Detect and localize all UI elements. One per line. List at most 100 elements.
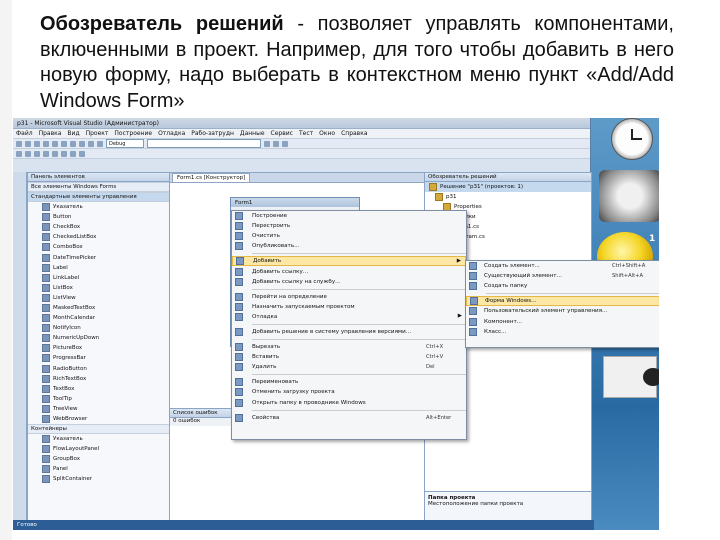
toolbox-item[interactable]: Указатель bbox=[28, 202, 169, 212]
paste-icon[interactable] bbox=[70, 140, 76, 147]
slide-left-strip bbox=[0, 0, 12, 540]
submenu-item[interactable]: Существующий элемент... Shift+Alt+A bbox=[466, 271, 659, 281]
toolbox-item[interactable]: DateTimePicker bbox=[28, 252, 169, 262]
solution-explorer-icon[interactable] bbox=[273, 140, 279, 147]
menu-item[interactable]: Отладка bbox=[158, 130, 185, 137]
toolbox-item[interactable]: MonthCalendar bbox=[28, 313, 169, 323]
menu-item[interactable]: Построение bbox=[114, 130, 152, 137]
save-all-icon[interactable] bbox=[43, 140, 49, 147]
cut-icon[interactable] bbox=[52, 140, 58, 147]
control-icon bbox=[42, 243, 50, 252]
context-menu-item[interactable]: Назначить запускаемым проектом bbox=[232, 302, 466, 312]
context-menu-label: Добавить решение в систему управления ве… bbox=[252, 328, 412, 335]
context-menu-item[interactable]: Переименовать bbox=[232, 377, 466, 387]
container-item[interactable]: SplitContainer bbox=[28, 474, 169, 484]
toolbox-group-containers[interactable]: Контейнеры bbox=[28, 424, 169, 435]
menu-item[interactable]: Данные bbox=[240, 130, 265, 137]
toolbox-item[interactable]: CheckedListBox bbox=[28, 232, 169, 242]
context-menu-item[interactable]: Открыть папку в проводнике Windows bbox=[232, 398, 466, 408]
toolbox-item[interactable]: ListBox bbox=[28, 283, 169, 293]
menu-item[interactable]: Вид bbox=[67, 130, 79, 137]
container-item[interactable]: Указатель bbox=[28, 434, 169, 444]
submenu-item[interactable]: Форма Windows... bbox=[466, 296, 659, 307]
toolbox-item-label: ToolTip bbox=[53, 395, 72, 402]
menu-item[interactable]: Справка bbox=[341, 130, 367, 137]
submenu-item[interactable]: Компонент... bbox=[466, 316, 659, 326]
toolbox-item[interactable]: ComboBox bbox=[28, 242, 169, 252]
align-top-icon[interactable] bbox=[43, 150, 49, 157]
context-menu-item[interactable]: Свойства Alt+Enter bbox=[232, 413, 466, 423]
toolbox-group-all[interactable]: Все элементы Windows Forms bbox=[28, 182, 169, 192]
align-center-icon[interactable] bbox=[25, 150, 31, 157]
context-menu-item[interactable]: Опубликовать... bbox=[232, 241, 466, 251]
context-menu-item[interactable]: Перестроить bbox=[232, 221, 466, 231]
container-item[interactable]: Panel bbox=[28, 464, 169, 474]
context-menu-item[interactable]: Отладка ▶ bbox=[232, 312, 466, 322]
context-menu-item[interactable]: Построение bbox=[232, 211, 466, 221]
menu-item[interactable]: Правка bbox=[39, 130, 62, 137]
context-menu-item[interactable]: Перейти на определение bbox=[232, 292, 466, 302]
context-menu-item[interactable]: Добавить ссылку на службу... bbox=[232, 277, 466, 287]
configuration-dropdown[interactable]: Debug bbox=[106, 139, 144, 148]
toolbox-item[interactable]: ToolTip bbox=[28, 394, 169, 404]
context-menu-item[interactable]: Отменить загрузку проекта bbox=[232, 387, 466, 397]
toolbox-item[interactable]: WebBrowser bbox=[28, 414, 169, 424]
menu-item[interactable]: Тест bbox=[299, 130, 313, 137]
toolbox-item[interactable]: RichTextBox bbox=[28, 374, 169, 384]
submenu-item[interactable]: Пользовательский элемент управления... bbox=[466, 306, 659, 316]
toolbox-item[interactable]: Button bbox=[28, 212, 169, 222]
toolbox-item[interactable]: ProgressBar bbox=[28, 353, 169, 363]
align-right-icon[interactable] bbox=[34, 150, 40, 157]
toolbox-item[interactable]: TextBox bbox=[28, 384, 169, 394]
submenu-item[interactable]: Класс... bbox=[466, 327, 659, 337]
context-menu-shortcut: Del bbox=[426, 364, 435, 371]
align-bottom-icon[interactable] bbox=[61, 150, 67, 157]
menu-item[interactable]: Окно bbox=[319, 130, 335, 137]
toolbox-item[interactable]: NumericUpDown bbox=[28, 333, 169, 343]
toolbox-item[interactable]: RadioButton bbox=[28, 364, 169, 374]
toolbox-item[interactable]: PictureBox bbox=[28, 343, 169, 353]
menu-item[interactable]: Файл bbox=[16, 130, 33, 137]
container-item[interactable]: FlowLayoutPanel bbox=[28, 444, 169, 454]
submenu-shortcut: Ctrl+Shift+A bbox=[612, 263, 646, 270]
toolbox-item[interactable]: Label bbox=[28, 263, 169, 273]
tab-form1-designer[interactable]: Form1.cs [Конструктор] bbox=[172, 173, 251, 182]
solution-node[interactable]: Решение "p31" (проектов: 1) bbox=[425, 182, 591, 192]
platform-dropdown[interactable] bbox=[147, 139, 261, 148]
redo-icon[interactable] bbox=[88, 140, 94, 147]
grid-icon[interactable] bbox=[79, 150, 85, 157]
context-menu-item[interactable]: Очистить bbox=[232, 231, 466, 241]
toolbox-side-tab[interactable] bbox=[13, 172, 27, 520]
context-menu-item[interactable]: Добавить ссылку... bbox=[232, 266, 466, 276]
align-left-icon[interactable] bbox=[16, 150, 22, 157]
undo-icon[interactable] bbox=[79, 140, 85, 147]
context-menu-item[interactable]: Добавить решение в систему управления ве… bbox=[232, 327, 466, 337]
start-debug-icon[interactable] bbox=[97, 140, 103, 147]
same-size-icon[interactable] bbox=[70, 150, 76, 157]
toolbox-item[interactable]: NotifyIcon bbox=[28, 323, 169, 333]
submenu-item[interactable]: Создать элемент... Ctrl+Shift+A bbox=[466, 261, 659, 271]
context-menu-item[interactable]: Добавить ▶ bbox=[232, 256, 466, 267]
find-icon[interactable] bbox=[264, 140, 270, 147]
save-icon[interactable] bbox=[34, 140, 40, 147]
context-menu-item[interactable]: Вырезать Ctrl+X bbox=[232, 342, 466, 352]
toolbox-item[interactable]: CheckBox bbox=[28, 222, 169, 232]
menu-item[interactable]: Рабо-затрудн bbox=[191, 130, 234, 137]
context-menu-item[interactable]: Вставить Ctrl+V bbox=[232, 352, 466, 362]
align-middle-icon[interactable] bbox=[52, 150, 58, 157]
properties-icon[interactable] bbox=[282, 140, 288, 147]
copy-icon[interactable] bbox=[61, 140, 67, 147]
toolbox-item[interactable]: MaskedTextBox bbox=[28, 303, 169, 313]
open-icon[interactable] bbox=[25, 140, 31, 147]
toolbox-item[interactable]: TreeView bbox=[28, 404, 169, 414]
solution-node[interactable]: p31 bbox=[425, 192, 591, 202]
container-item[interactable]: GroupBox bbox=[28, 454, 169, 464]
toolbox-item[interactable]: LinkLabel bbox=[28, 273, 169, 283]
submenu-item[interactable]: Создать папку bbox=[466, 281, 659, 291]
context-menu-item[interactable]: Удалить Del bbox=[232, 362, 466, 372]
new-project-icon[interactable] bbox=[16, 140, 22, 147]
toolbox-group-common[interactable]: Стандартные элементы управления bbox=[28, 192, 169, 202]
menu-item[interactable]: Проект bbox=[86, 130, 109, 137]
toolbox-item[interactable]: ListView bbox=[28, 293, 169, 303]
menu-item[interactable]: Сервис bbox=[271, 130, 293, 137]
